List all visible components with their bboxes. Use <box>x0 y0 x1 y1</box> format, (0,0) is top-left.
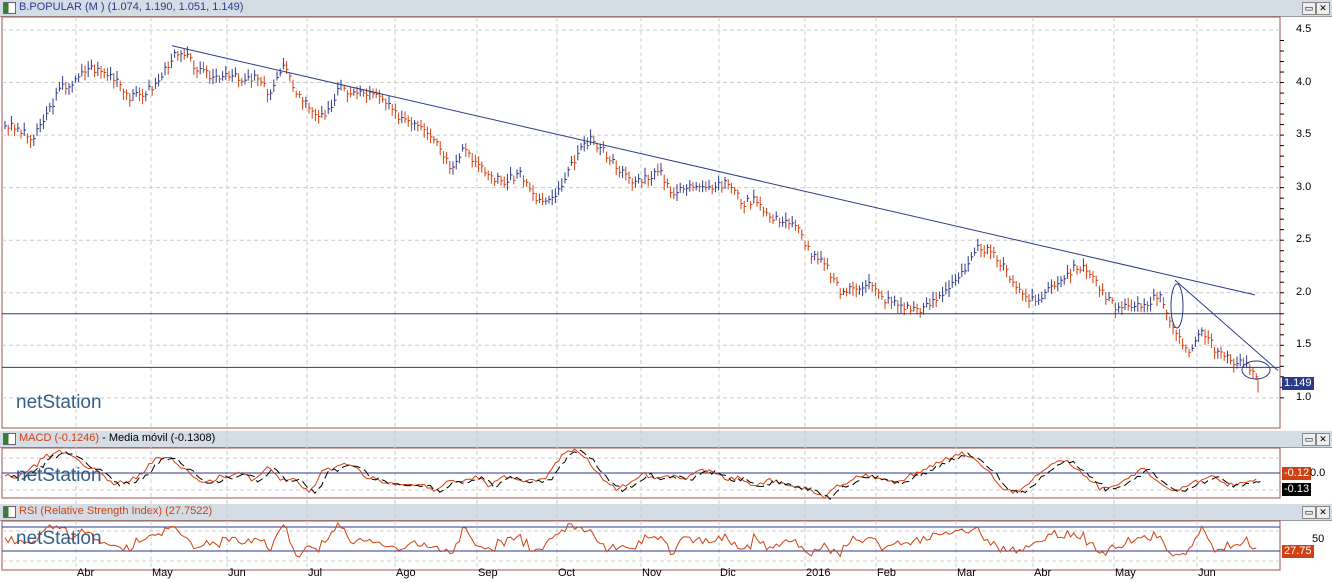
month-label: Jun <box>1198 567 1216 579</box>
month-label: Ago <box>396 567 416 579</box>
y-tick-label: 1.0 <box>1296 390 1312 403</box>
chart-canvas[interactable] <box>0 0 1332 582</box>
y-tick-label: 1.5 <box>1296 338 1312 351</box>
month-label: Nov <box>642 567 662 579</box>
y-tick-label: 3.5 <box>1296 128 1312 141</box>
month-label: Abr <box>77 567 95 579</box>
macd-ma-tag: -0.13 <box>1282 483 1312 496</box>
month-label: Dic <box>720 567 736 579</box>
trendline-short <box>1174 279 1279 371</box>
y-tick-label: 2.0 <box>1296 285 1312 298</box>
ellipse-annotation <box>1170 283 1184 329</box>
month-label: Jun <box>228 567 246 579</box>
month-label: Sep <box>478 567 498 579</box>
y-tick-label: 4.5 <box>1296 23 1312 35</box>
month-label: May <box>1115 567 1136 579</box>
month-label: Oct <box>558 567 576 579</box>
rsi-tag: 27.75 <box>1282 545 1314 558</box>
macd-zero-tick: 0.0 <box>1310 467 1326 479</box>
month-label: Jul <box>308 567 323 579</box>
netstation-logo: netStation <box>16 392 102 413</box>
y-tick-label: 2.5 <box>1296 233 1312 246</box>
macd-tag: -0.12 <box>1282 467 1312 480</box>
y-tick-label: 3.0 <box>1296 180 1312 193</box>
month-label: Mar <box>957 567 976 579</box>
month-label: Feb <box>877 567 896 579</box>
rsi-line <box>4 521 1257 558</box>
y-tick-label: 4.0 <box>1296 75 1312 88</box>
month-label: 2016 <box>806 567 831 579</box>
month-label: Abr <box>1034 567 1052 579</box>
netstation-logo: netStation <box>16 465 102 486</box>
macd-line <box>4 448 1257 500</box>
rsi-50-tick: 50 <box>1312 533 1325 545</box>
trendline-resistance <box>171 45 1256 296</box>
last-price-tag: 1.149 <box>1282 377 1314 390</box>
month-label: May <box>152 567 173 579</box>
netstation-logo: netStation <box>16 528 102 549</box>
